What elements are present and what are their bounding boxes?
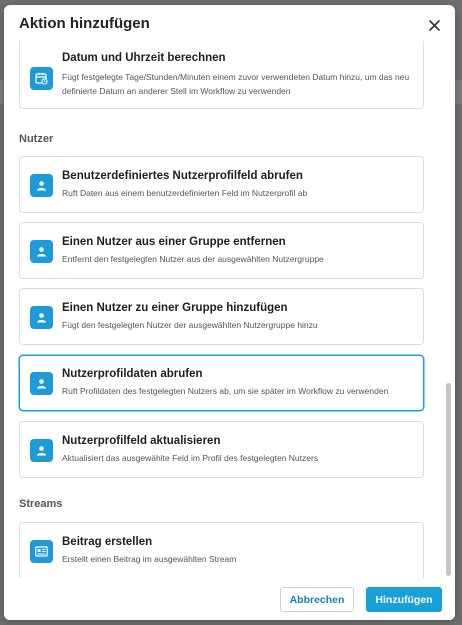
post-card-icon: [30, 540, 53, 563]
action-title: Beitrag erstellen: [62, 536, 153, 548]
scrollbar-thumb[interactable]: [446, 383, 451, 576]
action-description: Fügt den festgelegten Nutzer der ausgewä…: [62, 320, 318, 330]
add-action-dialog: Aktion hinzufügen Datum und Uhrzeit bere…: [4, 5, 455, 620]
section-label-nutzer: Nutzer: [19, 133, 54, 145]
action-description: Entfernt den festgelegten Nutzer aus der…: [62, 254, 324, 264]
action-description: Ruft Profildaten des festgelegten Nutzer…: [62, 386, 389, 396]
section-label-streams: Streams: [19, 498, 63, 510]
action-card-selected[interactable]: Nutzerprofildaten abrufen Ruft Profildat…: [19, 355, 424, 411]
user-icon: [30, 306, 53, 329]
action-title: Nutzerprofilfeld aktualisieren: [62, 435, 221, 447]
action-title: Benutzerdefiniertes Nutzerprofilfeld abr…: [62, 170, 303, 182]
action-title: Einen Nutzer aus einer Gruppe entfernen: [62, 236, 286, 248]
action-card[interactable]: Benutzerdefiniertes Nutzerprofilfeld abr…: [19, 156, 424, 213]
calendar-clock-icon: [30, 67, 53, 90]
action-list[interactable]: Datum und Uhrzeit berechnen Fügt festgel…: [4, 41, 455, 578]
user-icon: [30, 174, 53, 197]
action-description: Aktualisiert das ausgewählte Feld im Pro…: [62, 453, 319, 463]
action-card-date-time[interactable]: Datum und Uhrzeit berechnen Fügt festgel…: [19, 41, 424, 109]
action-title: Nutzerprofildaten abrufen: [62, 368, 203, 380]
user-icon: [30, 240, 53, 263]
dialog-title: Aktion hinzufügen: [19, 15, 150, 32]
action-card[interactable]: Beitrag erstellen Erstellt einen Beitrag…: [19, 522, 424, 578]
action-title: Datum und Uhrzeit berechnen: [62, 52, 226, 64]
cancel-button[interactable]: Abbrechen: [280, 587, 354, 612]
user-icon: [30, 372, 53, 395]
backdrop-element: [455, 80, 462, 104]
close-button[interactable]: [424, 15, 444, 35]
add-button[interactable]: Hinzufügen: [366, 587, 442, 612]
action-title: Einen Nutzer zu einer Gruppe hinzufügen: [62, 302, 288, 314]
action-description: Erstellt einen Beitrag im ausgewählten S…: [62, 554, 237, 564]
dialog-footer: Abbrechen Hinzufügen: [4, 578, 455, 620]
action-card[interactable]: Einen Nutzer zu einer Gruppe hinzufügen …: [19, 288, 424, 345]
action-description: Fügt festgelegte Tage/Stunden/Minuten ei…: [62, 72, 410, 96]
action-card[interactable]: Nutzerprofilfeld aktualisieren Aktualisi…: [19, 421, 424, 478]
close-icon: [428, 19, 440, 31]
user-icon: [30, 439, 53, 462]
action-card[interactable]: Einen Nutzer aus einer Gruppe entfernen …: [19, 222, 424, 279]
action-description: Ruft Daten aus einem benutzerdefinierten…: [62, 188, 308, 198]
